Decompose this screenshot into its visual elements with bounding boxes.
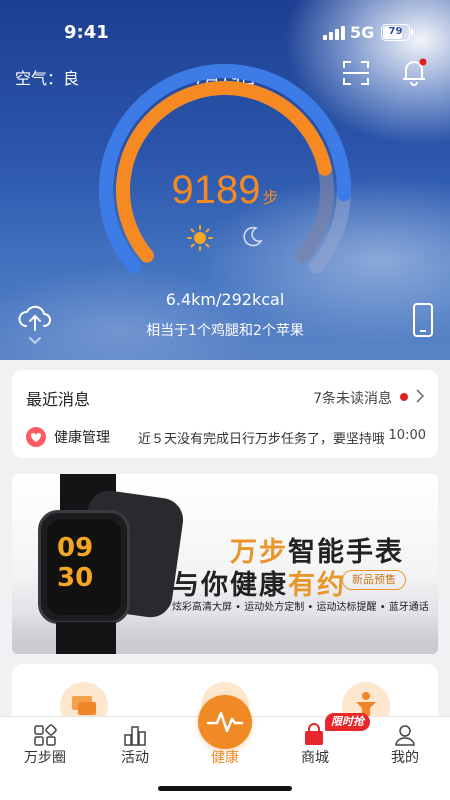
step-count-unit: 步 [262,188,279,207]
tab-activity[interactable]: 活动 [90,717,180,777]
step-count[interactable]: 9189 步 [0,168,450,213]
message-time: 10:00 [388,428,426,443]
home-indicator [158,786,292,791]
user-icon [395,725,415,746]
watch-strap-bottom [56,622,116,654]
tab-health-label: 健康 [211,750,239,766]
presale-badge: 新品预售 [342,570,406,590]
limited-time-tag: 限时抢 [325,713,370,731]
tab-profile[interactable]: 我的 [360,717,450,777]
smartwatch-promo-banner[interactable]: 09 30 万步智能手表 与你健康有约 新品预售 炫彩高清大屏 • 运动处方定制… [12,474,438,654]
cloud-upload-icon[interactable] [16,300,54,350]
bar-chart-icon [124,726,146,746]
unread-dot [400,393,408,401]
watch-screen: 09 30 [47,519,121,615]
circle-grid-icon [34,724,57,746]
tab-wanbuquan[interactable]: 万步圈 [0,717,90,777]
food-equivalent: 相当于1个鸡腿和2个苹果 [146,323,304,339]
sun-icon[interactable] [186,224,214,252]
message-text: 近５天没有完成日行万步任务了，要坚持哦 [138,432,384,447]
message-item[interactable]: 健康管理 近５天没有完成日行万步任务了，要坚持哦 10:00 [26,426,426,448]
tab-profile-label: 我的 [391,750,419,766]
heart-icon [26,427,46,447]
tab-mall-label: 商城 [301,750,329,766]
tab-activity-label: 活动 [121,750,149,766]
watch-image-front: 09 30 [38,510,130,624]
unread-count[interactable]: 7条未读消息 [313,388,392,408]
tab-health[interactable]: 健康 [180,695,270,777]
phone-device-icon[interactable] [412,302,434,338]
distance-calories: 6.4km/292kcal [165,290,285,309]
recent-messages-title: 最近消息 [26,390,91,409]
hero-panel: 9:41 5G 79 空气：良 7月19日 9189 步 6.4km/292kc… [0,0,450,360]
watch-hour: 09 [57,533,94,563]
tab-wanbuquan-label: 万步圈 [24,750,66,766]
moon-icon[interactable] [240,225,264,249]
chevron-right-icon[interactable] [415,389,425,403]
banner-features: 炫彩高清大屏 • 运动处方定制 • 运动达标提醒 • 蓝牙通话 [172,602,429,613]
step-count-number: 9189 [171,168,261,212]
health-tab-circle [198,695,252,749]
message-source: 健康管理 [54,430,110,446]
watch-minute: 30 [57,563,94,593]
recent-messages-card[interactable]: 最近消息 7条未读消息 健康管理 近５天没有完成日行万步任务了，要坚持哦 10:… [12,370,438,458]
pulse-icon [206,711,244,733]
banner-headline-2-b: 有约 [288,570,346,601]
banner-headline-2-a: 与你健康 [172,570,288,601]
shopping-bag-icon [305,723,323,745]
banner-headline-2: 与你健康有约 [172,563,346,602]
